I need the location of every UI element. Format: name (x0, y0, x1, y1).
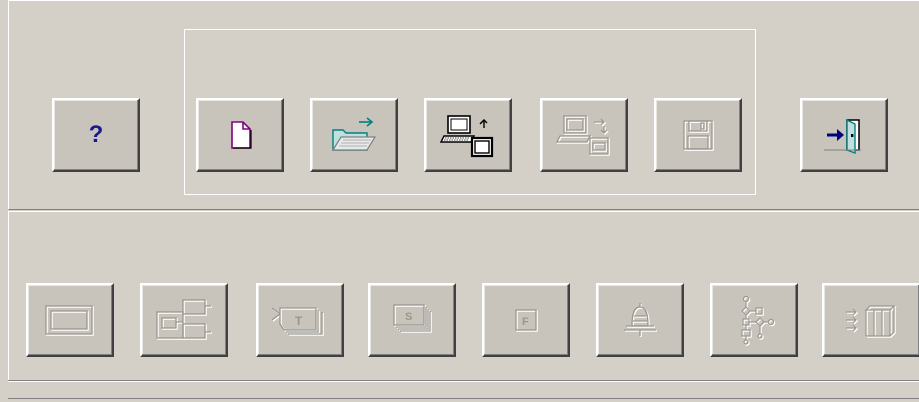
field-box-icon: F (515, 309, 538, 332)
text-tag-letter: T (295, 314, 303, 328)
exit-button[interactable] (800, 98, 888, 172)
stack-pages-letter: S (405, 311, 412, 323)
field-box-letter: F (522, 316, 529, 328)
alarm-button[interactable] (596, 283, 684, 357)
computer-transfer-icon (556, 115, 610, 156)
sequence-button[interactable] (822, 283, 919, 357)
text-tag-icon: T (271, 307, 324, 336)
field-button[interactable]: F (482, 283, 570, 357)
connect-button[interactable] (424, 98, 512, 172)
transfer-button[interactable] (540, 98, 628, 172)
new-document-icon (231, 121, 252, 149)
diagram-button[interactable] (140, 283, 228, 357)
new-document-button[interactable] (196, 98, 284, 172)
stack-button[interactable]: S (368, 283, 456, 357)
exit-door-icon (824, 118, 861, 155)
flowchart-icon (741, 295, 776, 346)
help-button[interactable]: ? (52, 98, 140, 172)
frame-rectangle-icon (45, 305, 94, 336)
help-question-icon: ? (88, 121, 104, 148)
window-bottom-edge (8, 398, 919, 399)
open-folder-icon (331, 117, 377, 151)
status-divider-highlight (8, 381, 919, 382)
computer-connect-icon (440, 115, 494, 158)
text-button[interactable]: T (256, 283, 344, 357)
frame-button[interactable] (26, 283, 114, 357)
stack-pages-icon: S (393, 304, 432, 333)
block-diagram-icon (156, 299, 212, 340)
floppy-disk-icon (683, 120, 714, 151)
open-file-button[interactable] (310, 98, 398, 172)
sequence-bars-icon (845, 305, 897, 338)
flowchart-button[interactable] (710, 283, 798, 357)
save-button[interactable] (654, 98, 742, 172)
bell-icon (624, 303, 657, 337)
